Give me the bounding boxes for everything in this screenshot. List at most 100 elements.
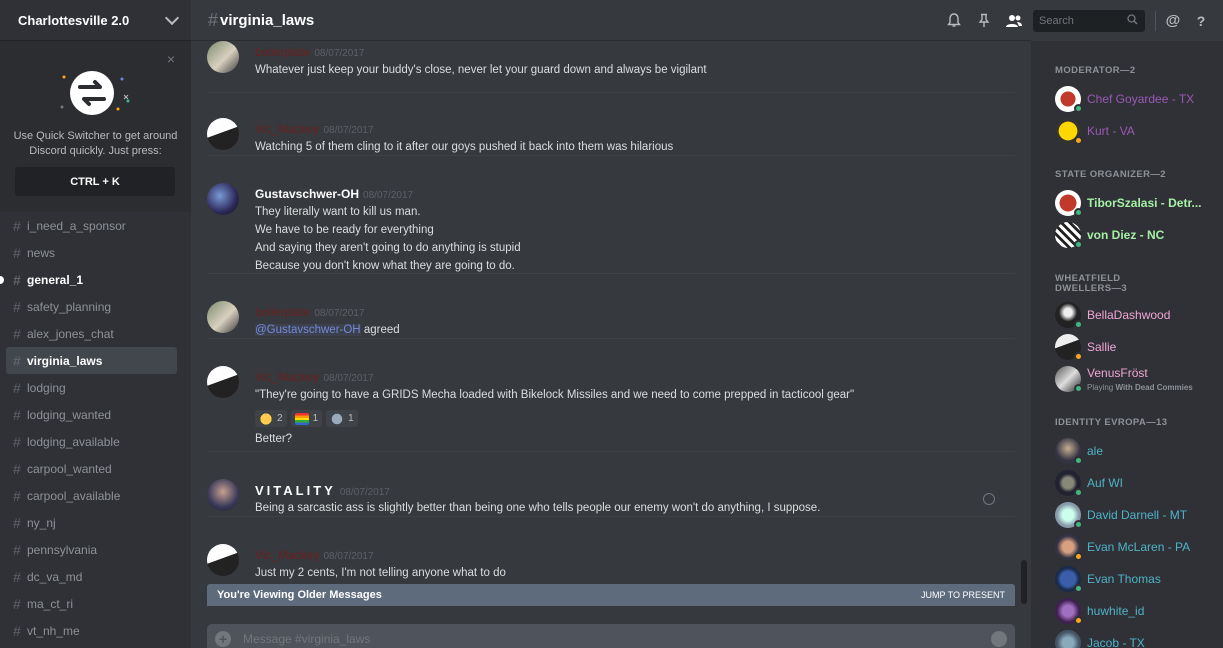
divider — [1155, 10, 1156, 31]
online-status-icon — [1074, 456, 1083, 465]
reaction[interactable]: 2 — [255, 410, 287, 427]
member-item[interactable]: TiborSzalasi - Detr... — [1055, 189, 1220, 217]
pin-icon[interactable] — [975, 12, 993, 30]
chat-header: # virginia_laws — [191, 0, 1031, 41]
message: Gustavschwer-OH 08/07/2017 They literally … — [207, 169, 1015, 274]
message-composer: + — [207, 624, 1015, 648]
member-item[interactable]: Chef Goyardee - TX — [1055, 85, 1220, 113]
discord-window: Charlottesville 2.0 × Use Quick Switcher… — [0, 0, 1223, 648]
member-item[interactable]: Evan McLaren - PA — [1055, 533, 1220, 561]
channel-label: i_need_a_sponsor — [27, 218, 126, 233]
avatar[interactable] — [207, 183, 239, 215]
channel-label: news — [27, 245, 56, 260]
reaction-count: 1 — [348, 413, 354, 424]
reaction-count: 1 — [312, 413, 319, 424]
member-avatar — [1055, 118, 1083, 145]
user-mention[interactable]: @Gustavschwer-OH — [255, 324, 361, 336]
hash-icon: # — [13, 622, 21, 639]
message-text-rest: agreed — [360, 324, 400, 336]
message-author[interactable]: boilerplate — [255, 305, 310, 319]
hash-icon: # — [13, 406, 21, 423]
channel-item-vt_nh_me[interactable]: # vt_nh_me — [6, 617, 177, 644]
online-status-icon — [1074, 240, 1083, 249]
hash-icon: # — [13, 217, 21, 234]
quick-switcher-tip: × Use Quick Switcher to get around Disco… — [0, 41, 191, 212]
channel-item-general_1[interactable]: # general_1 — [0, 266, 177, 293]
help-icon[interactable]: ? — [1192, 12, 1210, 30]
reaction[interactable]: 1 — [290, 410, 323, 427]
message-author[interactable]: Gustavschwer-OH — [255, 187, 359, 201]
close-icon[interactable]: × — [167, 51, 175, 67]
member-avatar — [1055, 302, 1083, 329]
member-avatar — [1055, 470, 1083, 497]
avatar[interactable] — [207, 118, 239, 150]
hash-icon: # — [13, 487, 21, 504]
server-header[interactable]: Charlottesville 2.0 — [0, 0, 191, 41]
message-input[interactable] — [243, 632, 991, 646]
channel-item-i_need_a_sponsor[interactable]: # i_need_a_sponsor — [6, 212, 177, 239]
channel-item-lodging_wanted[interactable]: # lodging_wanted — [6, 401, 177, 428]
avatar[interactable] — [207, 366, 239, 398]
channel-item-lodging_available[interactable]: # lodging_available — [6, 428, 177, 455]
channel-label: pennsylvania — [27, 542, 98, 557]
message-author[interactable]: Vic_Mackey — [255, 122, 319, 136]
member-name: Auf WI — [1087, 476, 1124, 490]
avatar[interactable] — [207, 544, 239, 576]
message-list: boilerplate 08/07/2017 Whatever just keep … — [191, 41, 1031, 586]
reaction[interactable]: 1 — [326, 410, 358, 427]
message-author[interactable]: VITALITY — [255, 483, 336, 498]
channel-item-carpool_wanted[interactable]: # carpool_wanted — [6, 455, 177, 482]
channel-item-ma_ct_ri[interactable]: # ma_ct_ri — [6, 590, 177, 617]
upload-icon[interactable]: + — [215, 631, 231, 647]
avatar[interactable] — [207, 301, 239, 333]
channel-item-pennsylvania[interactable]: # pennsylvania — [6, 536, 177, 563]
emoji-picker-icon[interactable] — [991, 631, 1007, 647]
channel-item-virginia_laws[interactable]: # virginia_laws — [6, 347, 177, 374]
robot-emoji — [330, 412, 345, 425]
message-text: Better? — [255, 433, 293, 445]
channel-item-lodging[interactable]: # lodging — [6, 374, 177, 401]
search-box[interactable] — [1033, 9, 1145, 32]
online-status-icon — [1074, 104, 1083, 113]
members-icon[interactable] — [1005, 12, 1023, 30]
member-item[interactable]: Auf WI — [1055, 469, 1220, 497]
member-item[interactable]: ale — [1055, 437, 1220, 465]
member-item[interactable]: von Diez - NC — [1055, 221, 1220, 249]
hash-icon: # — [13, 433, 21, 450]
jump-to-present-button[interactable]: JUMP TO PRESENT — [921, 590, 1005, 600]
message: Vic_Mackey 08/07/2017 Watching 5 of them c… — [207, 104, 1015, 156]
channel-item-safety_planning[interactable]: # safety_planning — [6, 293, 177, 320]
member-avatar — [1055, 366, 1083, 393]
message: boilerplate 08/07/2017 @Gustavschwer-OH ag… — [207, 287, 1015, 339]
hash-icon: # — [13, 244, 21, 261]
bell-icon[interactable] — [945, 12, 963, 30]
scrollbar[interactable] — [1021, 560, 1027, 604]
message-text: @Gustavschwer-OH agreed — [255, 324, 400, 336]
member-item[interactable]: huwhite_id — [1055, 597, 1220, 625]
message-author[interactable]: Vic_Mackey — [255, 548, 319, 562]
avatar[interactable] — [207, 41, 239, 73]
search-input[interactable] — [1039, 14, 1127, 27]
mention-icon[interactable]: @ — [1164, 12, 1182, 30]
member-item[interactable]: VenusFröst Playing With Dead Commies — [1055, 365, 1220, 393]
older-messages-text: You're Viewing Older Messages — [217, 589, 382, 601]
avatar[interactable] — [207, 479, 239, 511]
member-item[interactable]: David Darnell - MT — [1055, 501, 1220, 529]
message-author[interactable]: Vic_Mackey — [255, 370, 319, 384]
add-reaction-icon[interactable] — [983, 493, 995, 505]
member-item[interactable]: Kurt - VA — [1055, 117, 1220, 145]
channel-item-news[interactable]: # news — [6, 239, 177, 266]
member-item[interactable]: BellaDashwood — [1055, 301, 1220, 329]
message-author[interactable]: boilerplate — [255, 45, 310, 59]
message-text: They literally want to kill us man. — [255, 206, 421, 218]
channel-item-ny_nj[interactable]: # ny_nj — [6, 509, 177, 536]
member-item[interactable]: Sallie — [1055, 333, 1220, 361]
message-header: Vic_Mackey 08/07/2017 — [255, 370, 374, 384]
channel-item-carpool_available[interactable]: # carpool_available — [6, 482, 177, 509]
member-item[interactable]: Jacob - TX — [1055, 629, 1220, 648]
member-avatar — [1055, 630, 1081, 648]
member-item[interactable]: Evan Thomas — [1055, 565, 1220, 593]
channel-item-dc_va_md[interactable]: # dc_va_md — [6, 563, 177, 590]
member-avatar — [1055, 534, 1083, 561]
channel-item-alex_jones_chat[interactable]: # alex_jones_chat — [6, 320, 177, 347]
